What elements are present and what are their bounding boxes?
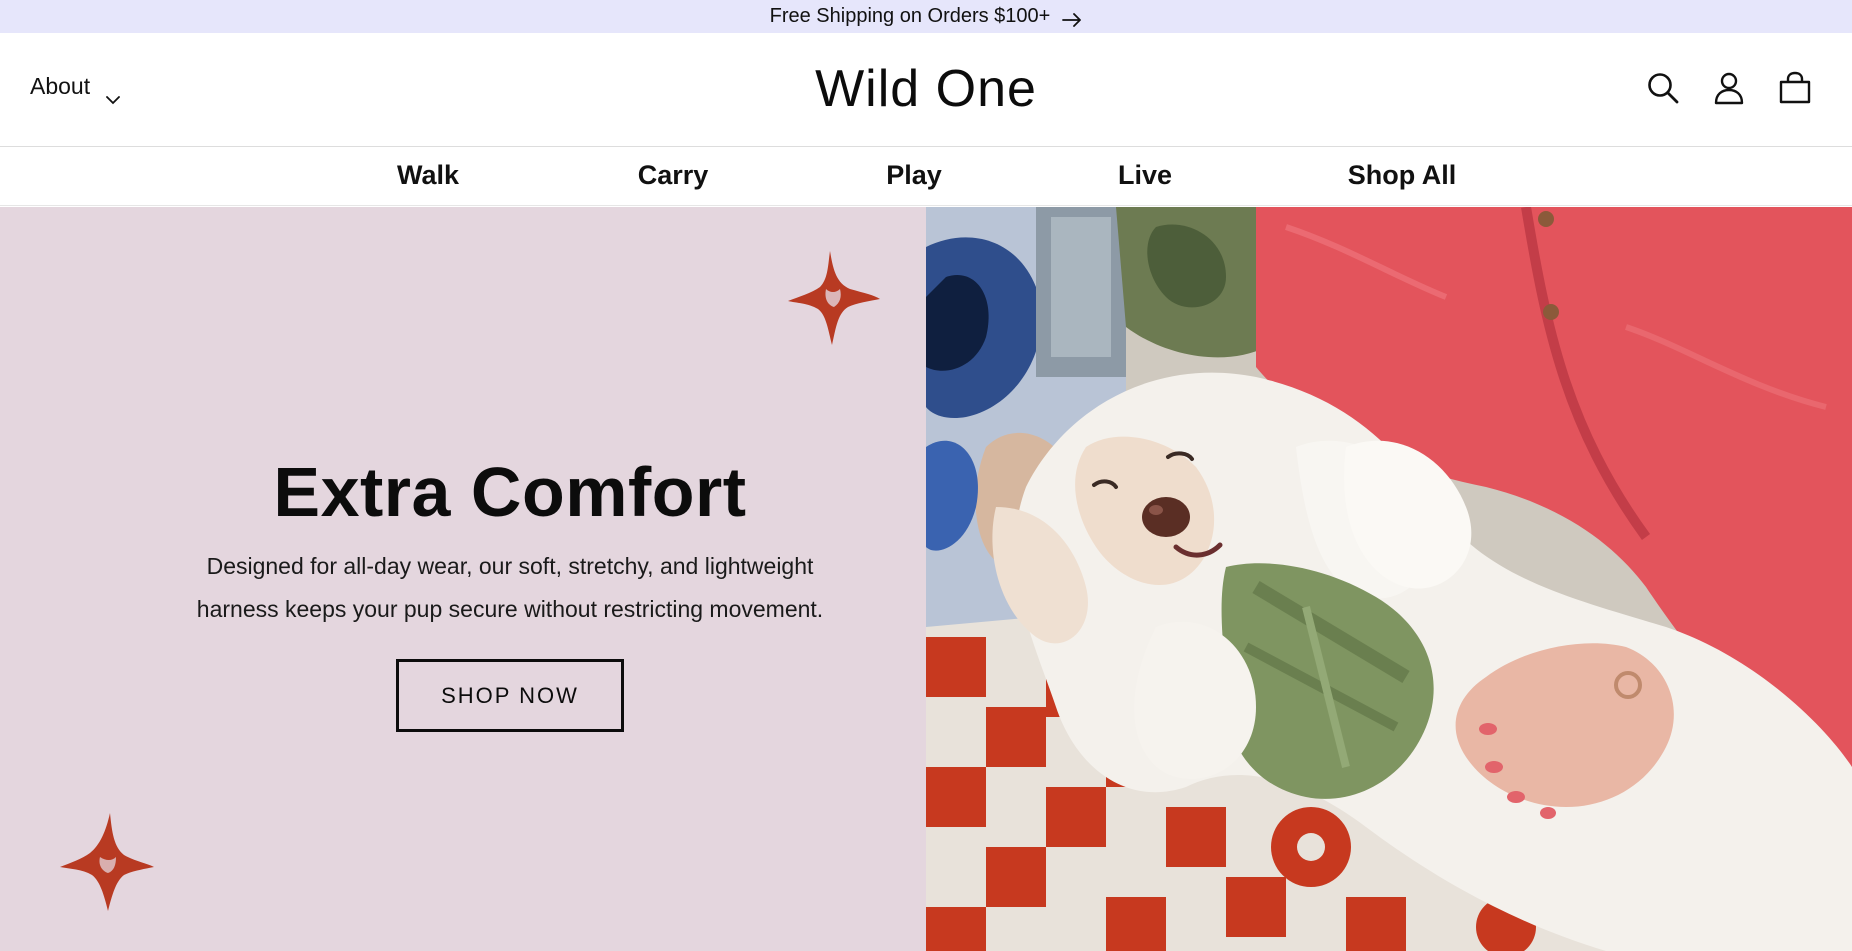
arrow-right-icon[interactable] bbox=[1062, 10, 1082, 27]
nav-item-play[interactable]: Play bbox=[886, 160, 942, 191]
nav-item-carry[interactable]: Carry bbox=[638, 160, 709, 191]
nav-item-shop-all[interactable]: Shop All bbox=[1348, 160, 1457, 191]
announcement-text[interactable]: Free Shipping on Orders $100+ bbox=[770, 5, 1051, 28]
site-logo[interactable]: Wild One bbox=[0, 59, 1852, 119]
hero-description: Designed for all-day wear, our soft, str… bbox=[140, 545, 880, 631]
account-icon[interactable] bbox=[1712, 71, 1746, 105]
hero-title: Extra Comfort bbox=[273, 453, 747, 531]
nav-item-live[interactable]: Live bbox=[1118, 160, 1172, 191]
sparkle-icon bbox=[60, 813, 154, 911]
search-icon[interactable] bbox=[1646, 71, 1680, 105]
site-header: About Wild One bbox=[0, 33, 1852, 147]
hero-banner: Extra Comfort Designed for all-day wear,… bbox=[0, 207, 1852, 951]
hero-text-panel: Extra Comfort Designed for all-day wear,… bbox=[0, 207, 926, 951]
nav-item-walk[interactable]: Walk bbox=[397, 160, 459, 191]
hero-description-line-1: Designed for all-day wear, our soft, str… bbox=[206, 553, 814, 579]
hero-description-line-2: harness keeps your pup secure without re… bbox=[196, 596, 824, 622]
cart-icon[interactable] bbox=[1778, 71, 1812, 105]
hero-image[interactable] bbox=[926, 207, 1852, 951]
sparkle-icon bbox=[788, 251, 880, 345]
announcement-bar[interactable]: Free Shipping on Orders $100+ bbox=[0, 0, 1852, 33]
main-nav: Walk Carry Play Live Shop All bbox=[0, 148, 1852, 206]
logo-text[interactable]: Wild One bbox=[815, 59, 1037, 119]
shop-now-button[interactable]: SHOP NOW bbox=[396, 659, 624, 732]
